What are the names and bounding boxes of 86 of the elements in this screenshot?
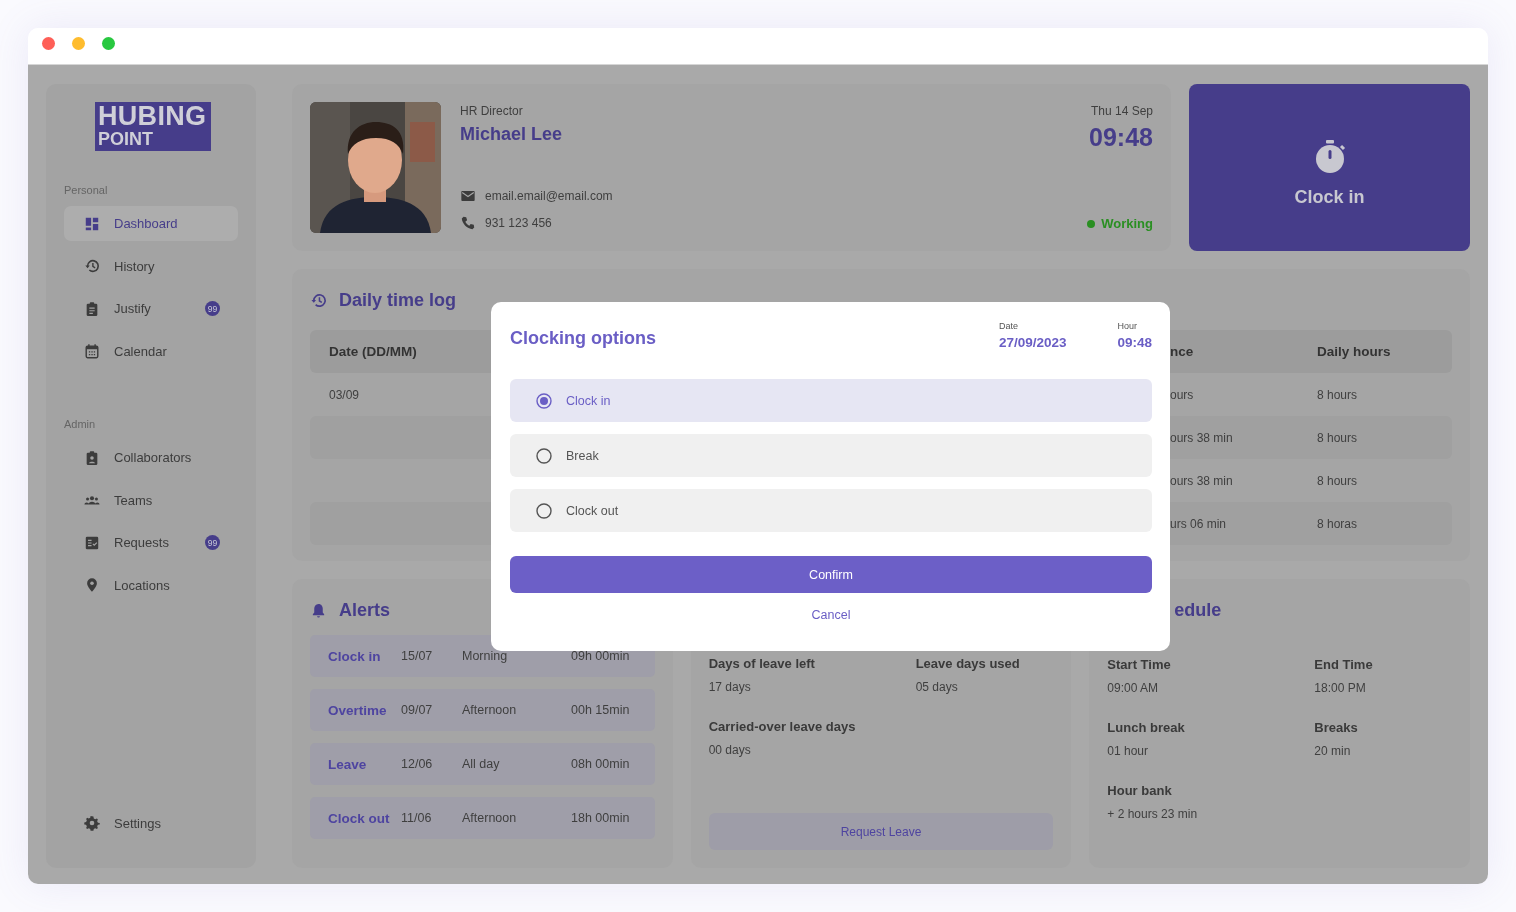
alert-row[interactable]: Overtime 09/07 Afternoon 00h 15min [310, 689, 655, 731]
count-badge: 99 [205, 301, 220, 316]
field-value: 20 min [1314, 744, 1352, 758]
sidebar-item[interactable]: Requests 99 [64, 525, 238, 560]
date-value: 27/09/2023 [998, 335, 1067, 350]
table-cell: 8 hours [1317, 387, 1358, 402]
logo: HUBING POINT [95, 102, 211, 151]
table-cell: 8 horas [1317, 516, 1358, 531]
field-value: 00 days [708, 743, 752, 757]
card-title: Alerts [339, 599, 391, 621]
sidebar-item[interactable]: History [64, 248, 238, 284]
sidebar-item[interactable]: Collaborators [64, 440, 238, 475]
email-text: email.email@email.com [485, 189, 613, 203]
settings-icon [84, 815, 100, 831]
location-pin-icon [84, 577, 100, 593]
field-label: Breaks [1314, 720, 1359, 735]
status-dot [1087, 219, 1096, 228]
table-cell: ours 38 min [1170, 430, 1233, 445]
clocking-option[interactable]: Break [510, 434, 1152, 477]
table-cell: 03/09 [329, 387, 360, 402]
phone-icon [460, 215, 476, 231]
radio-button[interactable] [536, 447, 552, 464]
field-label: Start Time [1107, 657, 1172, 672]
section-heading: Personal [64, 184, 109, 196]
calendar-icon [84, 343, 100, 359]
column-header: Date (DD/MM) [329, 344, 418, 359]
field-value: 17 days [708, 680, 752, 694]
column-header: nce [1170, 344, 1195, 359]
sidebar-item[interactable]: Teams [64, 482, 238, 518]
radio-button[interactable] [536, 392, 552, 409]
field-value: + 2 hours 23 min [1107, 807, 1199, 821]
count-badge: 99 [205, 535, 220, 550]
window-control-dot[interactable] [42, 37, 55, 50]
request-leave-button[interactable]: Request Leave [708, 813, 1054, 850]
alert-row[interactable]: Clock out 11/06 Afternoon 18h 00min [310, 797, 655, 839]
mail-icon [460, 188, 476, 204]
card-title: Daily time log [339, 289, 457, 311]
sidebar-item[interactable]: Locations [64, 567, 238, 603]
card-title: edule [1174, 599, 1222, 621]
section-heading: Admin [64, 418, 97, 430]
window-control-dot[interactable] [102, 37, 115, 50]
field-label: Days of leave left [708, 656, 816, 671]
field-value: 01 hour [1107, 744, 1150, 758]
field-label: End Time [1314, 657, 1374, 672]
table-cell: 8 hours [1317, 430, 1358, 445]
date-text: Thu 14 Sep [1090, 104, 1153, 118]
bell-icon [310, 601, 327, 619]
field-label: Date [998, 321, 1019, 331]
dialog-title: Clocking options [510, 328, 656, 349]
confirm-button[interactable]: Confirm [510, 556, 1152, 593]
clock-time: 09:48 [1089, 123, 1153, 152]
status-text: Working [1101, 216, 1153, 231]
history-icon [310, 291, 327, 309]
id-badge-icon [84, 449, 100, 466]
cancel-link[interactable]: Cancel [811, 608, 851, 622]
field-value: 09:00 AM [1107, 681, 1160, 695]
sidebar-item[interactable]: Dashboard [64, 206, 238, 241]
table-cell: 8 hours [1317, 473, 1358, 488]
checklist-icon [84, 534, 100, 551]
field-label: Carried-over leave days [708, 719, 857, 734]
field-value: 05 days [915, 680, 959, 694]
job-title: HR Director [460, 104, 524, 118]
clocking-option[interactable]: Clock out [510, 489, 1152, 532]
dashboard-icon [84, 215, 100, 232]
alert-row[interactable]: Leave 12/06 All day 08h 00min [310, 743, 655, 785]
sidebar-item[interactable]: Calendar [64, 333, 238, 369]
hour-value: 09:48 [1117, 335, 1152, 350]
clipboard-icon [84, 300, 100, 317]
sidebar-item[interactable]: Justify 99 [64, 291, 238, 326]
field-label: Leave days used [915, 656, 1021, 671]
field-value: 18:00 PM [1314, 681, 1367, 695]
table-cell: urs 06 min [1170, 516, 1227, 531]
field-label: Hour [1117, 321, 1138, 331]
field-label: Lunch break [1107, 720, 1186, 735]
clocking-option[interactable]: Clock in [510, 379, 1152, 422]
field-label: Hour bank [1107, 783, 1173, 798]
table-cell: ours 38 min [1170, 473, 1233, 488]
history-icon [84, 258, 100, 274]
column-header: Daily hours [1317, 344, 1392, 359]
sidebar-item[interactable]: Settings [64, 805, 238, 841]
table-cell: ours [1170, 387, 1194, 402]
employee-name: Michael Lee [460, 124, 564, 145]
window-control-dot[interactable] [72, 37, 85, 50]
radio-button[interactable] [536, 502, 552, 519]
phone-number: 931 123 456 [485, 216, 552, 230]
clock-in-button[interactable]: Clock in [1189, 84, 1470, 251]
